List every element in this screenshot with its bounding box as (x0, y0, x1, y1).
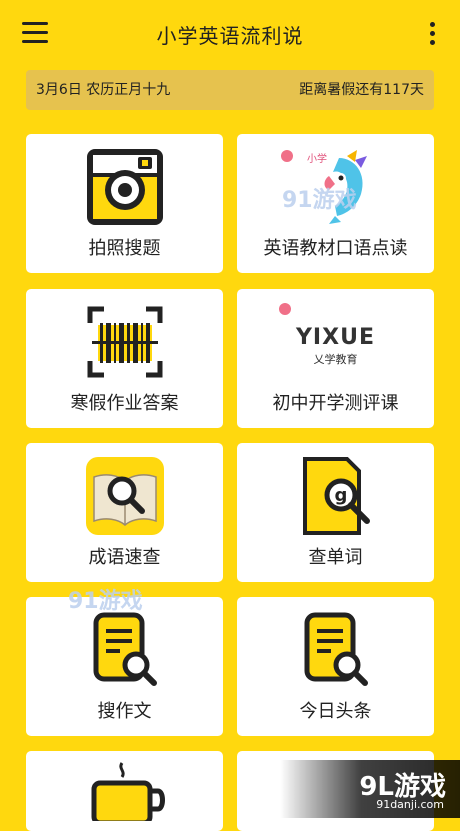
date-lunar-text: 3月6日 农历正月十九 (36, 82, 171, 98)
yixue-logo: YIXUE (296, 325, 375, 350)
word-search-icon: g (303, 457, 370, 535)
more-options-icon[interactable] (424, 22, 440, 48)
card-photo-search[interactable]: 拍照搜题 (26, 134, 223, 273)
card-label: 成语速查 (88, 547, 161, 568)
book-search-icon (86, 457, 164, 535)
card-label: 搜作文 (97, 701, 152, 722)
search-letter: g (335, 485, 348, 506)
badge-dot (279, 303, 291, 315)
card-idiom-lookup[interactable]: 成语速查 (26, 443, 223, 582)
card-label: 寒假作业答案 (70, 393, 179, 414)
card-homework-answers[interactable]: 寒假作业答案 (26, 289, 223, 428)
camera-icon (87, 149, 163, 225)
card-label: 初中开学测评课 (272, 393, 399, 414)
card-essay-search[interactable]: 搜作文 (26, 597, 223, 736)
date-banner: 3月6日 农历正月十九 距离暑假还有117天 (26, 70, 434, 110)
essay-search-icon (93, 612, 157, 686)
cup-icon (91, 762, 165, 821)
card-partial-left[interactable] (26, 751, 223, 831)
card-label: 英语教材口语点读 (263, 238, 408, 259)
watermark-91youxi: 91游戏 (282, 188, 357, 213)
badge-dot (281, 150, 293, 162)
app-title: 小学英语流利说 (156, 24, 304, 48)
barcode-scan-icon (87, 306, 163, 378)
card-label: 今日头条 (299, 701, 372, 722)
summer-countdown-text: 距离暑假还有117天 (299, 82, 424, 98)
yixue-logo-subtitle: 乂学教育 (313, 353, 358, 366)
news-search-icon (304, 612, 368, 686)
corner-watermark: 9L游戏 91danji.com (280, 760, 460, 818)
card-word-lookup[interactable]: g 查单词 (237, 443, 434, 582)
card-label: 拍照搜题 (88, 238, 161, 259)
watermark-91youxi: 91游戏 (68, 589, 143, 614)
corner-watermark-url: 91danji.com (376, 798, 444, 811)
card-label: 查单词 (308, 547, 363, 568)
card-junior-assessment[interactable]: YIXUE 乂学教育 初中开学测评课 (237, 289, 434, 428)
card-toutiao-news[interactable]: 今日头条 (237, 597, 434, 736)
app-header: 小学英语流利说 (0, 0, 460, 68)
